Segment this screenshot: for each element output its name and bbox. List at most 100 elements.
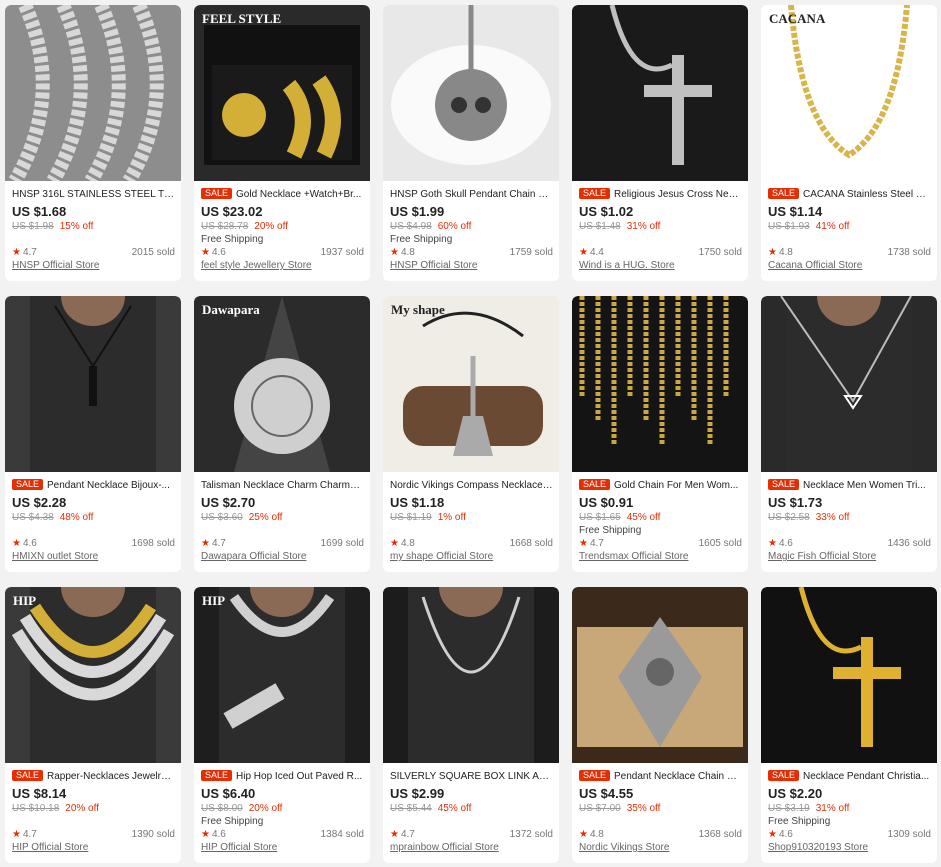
sale-badge: SALE — [201, 770, 233, 781]
product-title-row[interactable]: SALE Religious Jesus Cross Neck... — [579, 188, 742, 202]
product-card[interactable]: HNSP 316L STAINLESS STEEL TWIS... US $1.… — [5, 5, 181, 281]
store-link[interactable]: my shape Official Store — [390, 550, 553, 563]
product-image[interactable] — [761, 587, 937, 763]
svg-text:CACANA: CACANA — [769, 11, 826, 26]
product-title[interactable]: HNSP Goth Skull Pendant Chain N... — [390, 189, 553, 200]
product-title-row[interactable]: SALE Necklace Men Women Tri... — [768, 479, 931, 493]
product-card[interactable]: My shape Nordic Vikings Compass Necklace… — [383, 296, 559, 572]
product-title-row[interactable]: SALE Hip Hop Iced Out Paved R... — [201, 770, 364, 784]
shipping-label — [12, 815, 175, 828]
store-link[interactable]: HIP Official Store — [201, 841, 364, 854]
product-image[interactable] — [5, 5, 181, 181]
store-link[interactable]: HMIXN outlet Store — [12, 550, 175, 563]
product-title-row[interactable]: SALE Pendant Necklace Chain H... — [579, 770, 742, 784]
product-image[interactable]: Dawapara — [194, 296, 370, 472]
original-price: US $1.65 — [579, 512, 621, 523]
product-image[interactable] — [383, 587, 559, 763]
product-title-row[interactable]: SALE Necklace Pendant Christia... — [768, 770, 931, 784]
product-title[interactable]: CACANA Stainless Steel C... — [803, 189, 931, 200]
store-link[interactable]: HNSP Official Store — [12, 259, 175, 272]
product-title-row[interactable]: Nordic Vikings Compass Necklace ... — [390, 479, 553, 493]
sale-badge: SALE — [768, 479, 800, 490]
product-card[interactable]: SILVERLY SQUARE BOX LINK AND I... US $2.… — [383, 587, 559, 863]
product-card[interactable]: SALE Necklace Pendant Christia... US $2.2… — [761, 587, 937, 863]
store-link[interactable]: feel style Jewellery Store — [201, 259, 364, 272]
product-price: US $4.55 — [579, 786, 634, 801]
sold-count: 1698 sold — [131, 538, 175, 549]
store-link[interactable]: mprainbow Official Store — [390, 841, 553, 854]
rating-value: 4.8 — [778, 247, 793, 258]
product-title-row[interactable]: SILVERLY SQUARE BOX LINK AND I... — [390, 770, 553, 784]
store-link[interactable]: Dawapara Official Store — [201, 550, 364, 563]
star-icon: ★ — [768, 829, 777, 840]
store-link[interactable]: HNSP Official Store — [390, 259, 553, 272]
product-title[interactable]: Nordic Vikings Compass Necklace ... — [390, 480, 553, 491]
product-title[interactable]: Gold Chain For Men Wom... — [614, 480, 738, 491]
product-title-row[interactable]: SALE Rapper-Necklaces Jewelry ... — [12, 770, 175, 784]
rating-sold-row: ★ 4.7 1605 sold — [579, 537, 742, 550]
product-card[interactable]: SALE Necklace Men Women Tri... US $1.73 U… — [761, 296, 937, 572]
product-title[interactable]: Necklace Pendant Christia... — [803, 771, 929, 782]
store-link[interactable]: Cacana Official Store — [768, 259, 931, 272]
store-link[interactable]: HIP Official Store — [12, 841, 175, 854]
product-card[interactable]: CACANA SALE CACANA Stainless Steel C... U… — [761, 5, 937, 281]
product-title[interactable]: HNSP 316L STAINLESS STEEL TWIS... — [12, 189, 175, 200]
product-image[interactable] — [572, 5, 748, 181]
product-title[interactable]: Talisman Necklace Charm Charms-... — [201, 480, 364, 491]
product-price: US $6.40 — [201, 786, 256, 801]
store-link[interactable]: Nordic Vikings Store — [579, 841, 742, 854]
product-card[interactable]: SALE Religious Jesus Cross Neck... US $1.… — [572, 5, 748, 281]
product-image[interactable] — [5, 296, 181, 472]
product-title-row[interactable]: SALE Gold Chain For Men Wom... — [579, 479, 742, 493]
svg-text:HIP: HIP — [202, 593, 225, 608]
product-title[interactable]: Rapper-Necklaces Jewelry ... — [47, 771, 175, 782]
product-title-row[interactable]: SALE CACANA Stainless Steel C... — [768, 188, 931, 202]
shipping-label: Free Shipping — [768, 816, 831, 827]
price-discount-row: US $2.58 33% off — [768, 511, 931, 524]
product-title[interactable]: SILVERLY SQUARE BOX LINK AND I... — [390, 771, 553, 782]
product-card[interactable]: HIP SALE Rapper-Necklaces Jewelry ... US … — [5, 587, 181, 863]
store-link[interactable]: Magic Fish Official Store — [768, 550, 931, 563]
product-card[interactable]: FEEL STYLE SALE Gold Necklace +Watch+Br..… — [194, 5, 370, 281]
product-card[interactable]: SALE Pendant Necklace Chain H... US $4.55… — [572, 587, 748, 863]
sold-count: 1605 sold — [698, 538, 742, 549]
product-title-row[interactable]: SALE Gold Necklace +Watch+Br... — [201, 188, 364, 202]
product-title[interactable]: Pendant Necklace Chain H... — [614, 771, 742, 782]
price-discount-row: US $10.18 20% off — [12, 802, 175, 815]
product-card[interactable]: SALE Gold Chain For Men Wom... US $0.91 U… — [572, 296, 748, 572]
product-title[interactable]: Necklace Men Women Tri... — [803, 480, 926, 491]
product-image[interactable] — [572, 296, 748, 472]
product-title[interactable]: Religious Jesus Cross Neck... — [614, 189, 742, 200]
rating-sold-row: ★ 4.6 1937 sold — [201, 246, 364, 259]
product-title[interactable]: Hip Hop Iced Out Paved R... — [236, 771, 362, 782]
sale-badge: SALE — [768, 188, 800, 199]
product-title-row[interactable]: HNSP Goth Skull Pendant Chain N... — [390, 188, 553, 202]
store-link[interactable]: Shop910320193 Store — [768, 841, 931, 854]
product-price: US $1.99 — [390, 204, 445, 219]
product-title-row[interactable]: Talisman Necklace Charm Charms-... — [201, 479, 364, 493]
product-title[interactable]: Gold Necklace +Watch+Br... — [236, 189, 361, 200]
product-card[interactable]: HNSP Goth Skull Pendant Chain N... US $1… — [383, 5, 559, 281]
product-image[interactable] — [572, 587, 748, 763]
sold-count: 1309 sold — [887, 829, 931, 840]
discount-label: 20% off — [65, 803, 99, 814]
product-title-row[interactable]: HNSP 316L STAINLESS STEEL TWIS... — [12, 188, 175, 202]
product-title[interactable]: Pendant Necklace Bijoux-... — [47, 480, 170, 491]
store-link[interactable]: Wind is a HUG. Store — [579, 259, 742, 272]
product-card[interactable]: Dawapara Talisman Necklace Charm Charms-… — [194, 296, 370, 572]
store-link[interactable]: Trendsmax Official Store — [579, 550, 742, 563]
product-image[interactable]: FEEL STYLE — [194, 5, 370, 181]
product-title-row[interactable]: SALE Pendant Necklace Bijoux-... — [12, 479, 175, 493]
product-image[interactable]: HIP — [5, 587, 181, 763]
original-price: US $10.18 — [12, 803, 60, 814]
rating-sold-row: ★ 4.7 2015 sold — [12, 246, 175, 259]
product-image[interactable]: CACANA — [761, 5, 937, 181]
product-card[interactable]: SALE Pendant Necklace Bijoux-... US $2.28… — [5, 296, 181, 572]
discount-label: 20% off — [248, 803, 283, 814]
product-image[interactable] — [761, 296, 937, 472]
original-price: US $28.78 — [201, 221, 249, 232]
product-image[interactable]: My shape — [383, 296, 559, 472]
product-image[interactable] — [383, 5, 559, 181]
product-image[interactable]: HIP — [194, 587, 370, 763]
product-card[interactable]: HIP SALE Hip Hop Iced Out Paved R... US $… — [194, 587, 370, 863]
